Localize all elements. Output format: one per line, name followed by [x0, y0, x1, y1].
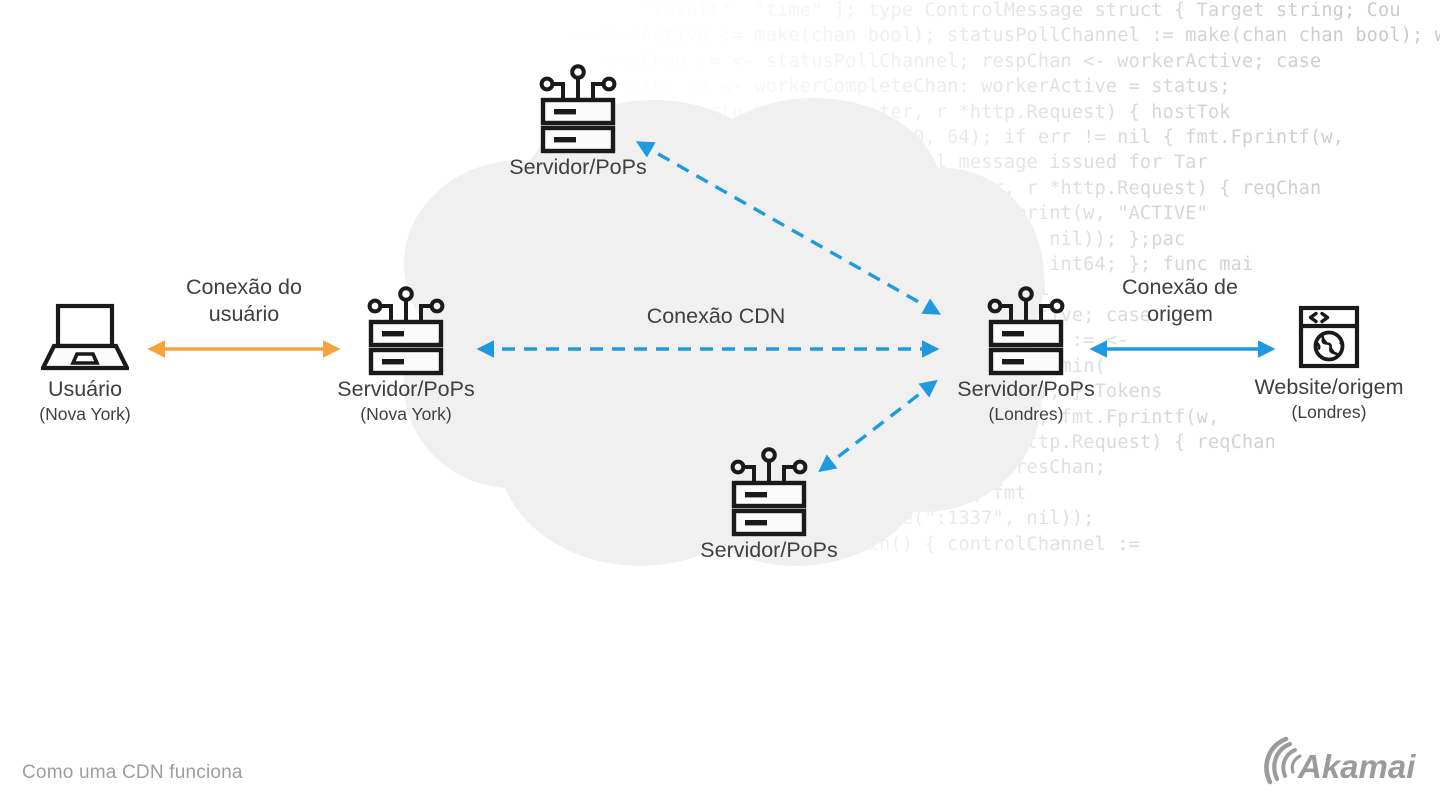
node-pop-newyork-label: Servidor/PoPs [337, 377, 475, 401]
node-user-label: Usuário [47, 377, 123, 401]
server-pop-icon [539, 64, 617, 154]
node-pop-london-label: Servidor/PoPs [957, 377, 1095, 401]
node-pop-london-sublabel: (Londres) [988, 404, 1064, 424]
figure-caption: Como uma CDN funciona [22, 762, 243, 783]
connector-layer [147, 141, 1276, 473]
node-pop-newyork-sublabel: (Nova York) [360, 404, 452, 424]
server-pop-icon [367, 286, 445, 376]
akamai-wordmark: Akamai [1297, 748, 1416, 785]
link-label-user-connection: Conexão do usuário [186, 275, 302, 326]
node-pop-bottom-label: Servidor/PoPs [700, 538, 838, 562]
link-label-cdn-connection: Conexão CDN [646, 304, 786, 328]
node-pop-top: Servidor/PoPs [492, 62, 664, 180]
browser-globe-icon [1298, 305, 1360, 369]
node-pop-top-label: Servidor/PoPs [509, 155, 647, 179]
node-user: Usuário (Nova York) [0, 298, 170, 426]
server-pop-icon [730, 447, 808, 537]
node-origin-label: Website/origem [1254, 375, 1404, 399]
server-pop-icon [987, 286, 1065, 376]
akamai-logo: Akamai [1264, 736, 1416, 785]
node-user-sublabel: (Nova York) [39, 404, 131, 424]
link-label-origin-connection: Conexão de origem [1122, 275, 1238, 326]
node-origin-sublabel: (Londres) [1291, 402, 1367, 422]
diagram-canvas: "result" "time" ]; type ControlMessage s… [0, 0, 1440, 810]
node-pop-newyork: Servidor/PoPs (Nova York) [320, 284, 492, 426]
link-cdn-top [635, 141, 942, 315]
node-pop-bottom: Servidor/PoPs [683, 445, 855, 563]
laptop-icon [41, 303, 129, 371]
